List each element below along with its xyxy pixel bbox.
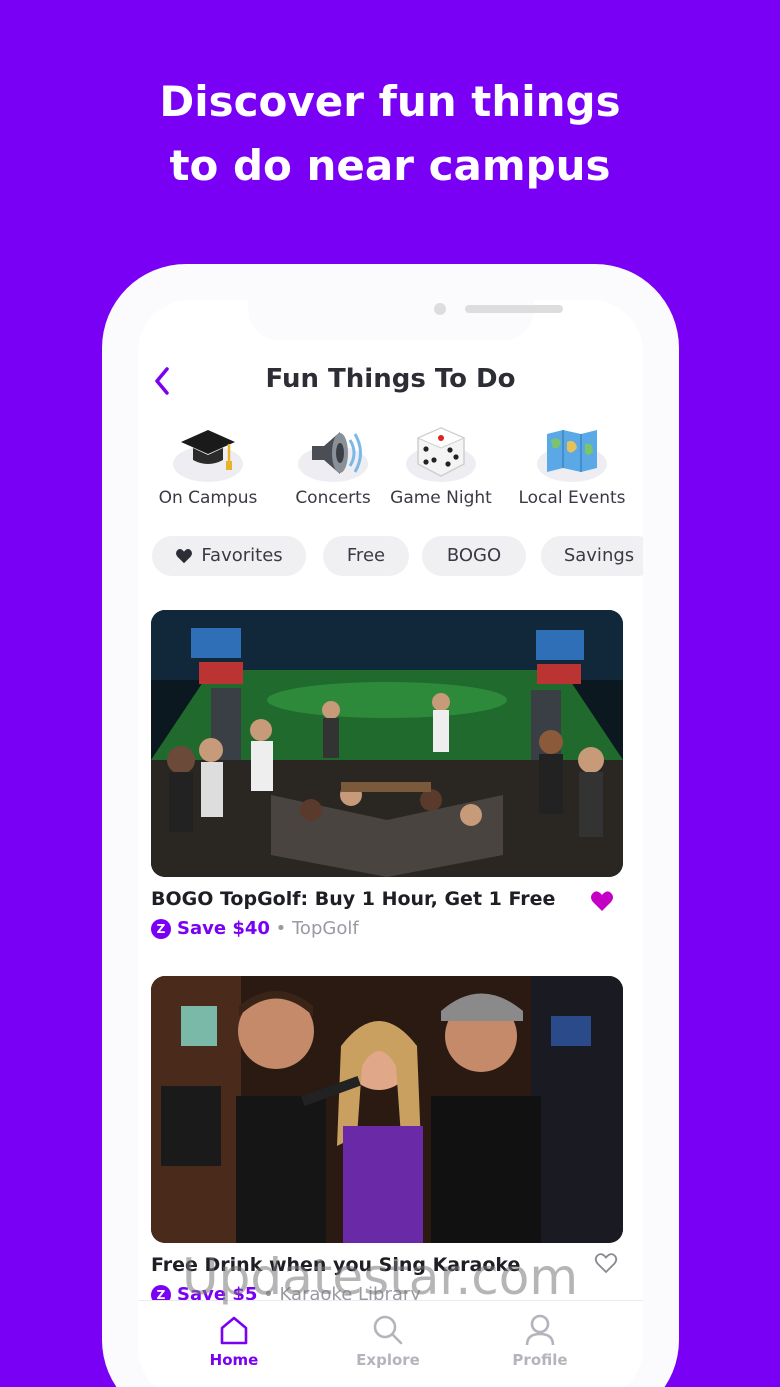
deal-image-karaoke[interactable] <box>151 976 623 1243</box>
deal-title[interactable]: BOGO TopGolf: Buy 1 Hour, Get 1 Free <box>151 888 555 910</box>
chip-label: Savings <box>563 545 635 566</box>
chip-label: Free <box>346 545 386 566</box>
favorite-heart-outline-icon[interactable] <box>594 1252 618 1274</box>
category-game-night[interactable]: Game Night <box>384 424 498 508</box>
tab-profile[interactable]: Profile <box>490 1313 590 1369</box>
tab-label: Explore <box>356 1351 420 1369</box>
graduation-cap-icon <box>181 430 235 470</box>
speaker-icon <box>312 432 362 474</box>
category-concerts[interactable]: Concerts <box>278 424 388 508</box>
speaker-grille <box>465 305 563 313</box>
filter-chips: Favorites Free BOGO Savings <box>152 536 643 576</box>
deal-savings: Save $40 <box>177 918 270 939</box>
marketing-headline: Discover fun things to do near campus <box>0 70 780 198</box>
dice-icon <box>416 427 466 477</box>
meta-separator: • <box>275 918 287 939</box>
page-title: Fun Things To Do <box>265 364 516 394</box>
category-label: Local Events <box>518 488 626 508</box>
category-label: Game Night <box>390 488 492 508</box>
app-screen: Fun Things To Do On Campus Concerts Game… <box>138 300 643 1387</box>
deal-meta: Z Save $40 • TopGolf <box>151 918 359 939</box>
tab-label: Home <box>209 1351 259 1369</box>
chip-free[interactable]: Free <box>323 536 409 576</box>
favorite-heart-icon[interactable] <box>590 890 614 912</box>
chip-label: Favorites <box>201 545 283 566</box>
map-icon <box>547 430 597 472</box>
bottom-tab-bar: Home Explore Profile <box>138 1300 643 1387</box>
chip-label: BOGO <box>446 545 502 566</box>
category-local-events[interactable]: Local Events <box>510 424 634 508</box>
tab-home[interactable]: Home <box>184 1313 284 1369</box>
chip-favorites[interactable]: Favorites <box>152 536 306 576</box>
nav-bar: Fun Things To Do <box>138 360 643 402</box>
phone-notch <box>248 300 563 340</box>
home-icon <box>220 1316 248 1345</box>
tab-label: Profile <box>512 1351 568 1369</box>
zeus-badge-icon: Z <box>151 919 171 939</box>
headline-line-2: to do near campus <box>169 141 611 190</box>
phone-frame: Fun Things To Do On Campus Concerts Game… <box>102 264 679 1387</box>
chip-bogo[interactable]: BOGO <box>422 536 526 576</box>
category-label: On Campus <box>158 488 258 508</box>
tab-explore[interactable]: Explore <box>338 1313 438 1369</box>
profile-icon <box>525 1314 555 1346</box>
headline-line-1: Discover fun things <box>159 77 621 126</box>
chip-savings[interactable]: Savings <box>541 536 643 576</box>
watermark-text: Updatestar.com <box>182 1248 579 1306</box>
search-icon <box>373 1315 403 1345</box>
deal-image-topgolf[interactable] <box>151 610 623 877</box>
deal-vendor: TopGolf <box>292 918 359 939</box>
camera-icon <box>434 303 446 315</box>
category-label: Concerts <box>295 488 371 508</box>
heart-icon <box>176 549 193 564</box>
category-row: On Campus Concerts Game Night Local Even… <box>138 424 643 520</box>
category-on-campus[interactable]: On Campus <box>148 424 268 508</box>
